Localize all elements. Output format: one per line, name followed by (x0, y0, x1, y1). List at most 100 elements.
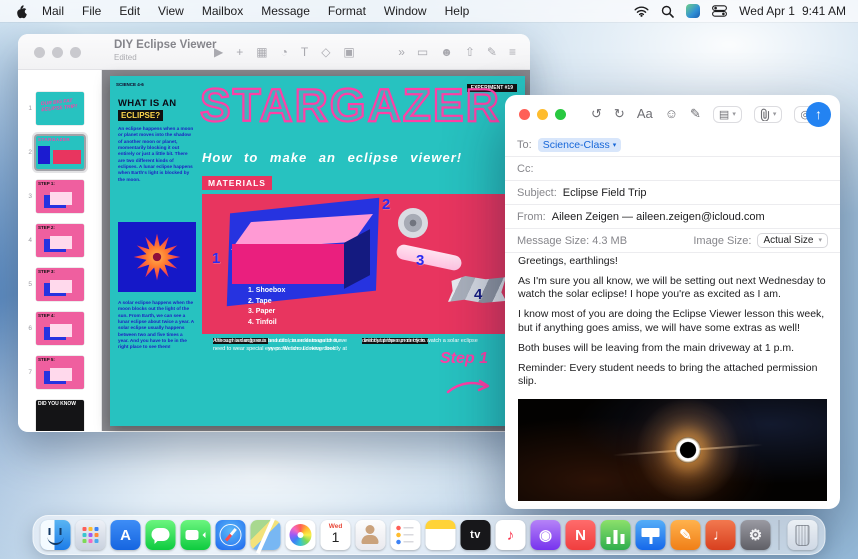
dock-icon-art (152, 528, 170, 541)
menu-clock[interactable]: Wed Apr 1 9:41 AM (739, 4, 846, 18)
slide-thumbnail[interactable]: 3 STEP 1: (22, 180, 101, 213)
search-icon[interactable] (661, 5, 674, 18)
dock-icon-music[interactable]: ♪ (496, 520, 526, 550)
menu-item[interactable]: Mailbox (193, 0, 252, 22)
view-options-icon[interactable]: ≡ (509, 43, 516, 61)
menu-item[interactable]: Format (319, 0, 375, 22)
dock-icon-messages[interactable] (146, 520, 176, 550)
photo-browser-button[interactable]: ▤ ▾ (713, 106, 742, 123)
cc-field-row[interactable]: Cc: (505, 157, 840, 181)
dock-icon-news[interactable]: N (566, 520, 596, 550)
media-icon[interactable]: ▣ (343, 43, 354, 61)
image-size-dropdown[interactable]: Actual Size ▾ (757, 233, 828, 248)
text-icon[interactable]: T (301, 43, 308, 61)
slide-thumb-box[interactable]: STARGAZER (36, 136, 84, 169)
add-slide-icon[interactable]: + (236, 43, 243, 61)
dock-icon-maps[interactable] (251, 520, 281, 550)
menu-item[interactable]: Message (252, 0, 319, 22)
play-icon[interactable]: ▶ (214, 43, 223, 61)
dock-icon-finder[interactable] (41, 520, 71, 550)
undo-icon[interactable]: ↺ (591, 104, 602, 124)
table-icon[interactable]: ▦ (256, 43, 267, 61)
slide-thumb-box[interactable]: STEP 4: (36, 312, 84, 345)
menu-item[interactable]: Edit (110, 0, 149, 22)
from-value[interactable]: Aileen Zeigen — aileen.zeigen@icloud.com (552, 211, 765, 223)
slide-thumbnail[interactable]: 5 STEP 3: (22, 268, 101, 301)
slide-thumbnail[interactable]: 6 STEP 4: (22, 312, 101, 345)
subject-field-row[interactable]: Subject: Eclipse Field Trip (505, 181, 840, 205)
zoom-button[interactable] (555, 109, 566, 120)
slide-thumbnail[interactable]: 1 OUR BIG FAT ECLIPSE TRIP! (22, 92, 101, 125)
apple-logo-icon[interactable] (14, 4, 27, 19)
pages-titlebar[interactable]: DIY Eclipse Viewer Edited ▶+▦◔T◇▣ »▭☻⇧✎≡ (18, 34, 530, 70)
menu-item[interactable]: View (149, 0, 193, 22)
window-controls[interactable] (34, 47, 81, 58)
dock-icon-contacts[interactable] (356, 520, 386, 550)
dock-icon-tv[interactable]: tv (461, 520, 491, 550)
more-icon[interactable]: » (398, 43, 405, 61)
send-button[interactable]: ↑ (806, 102, 831, 127)
slide-thumb-box[interactable]: STEP 5: (36, 356, 84, 389)
window-controls[interactable] (519, 109, 566, 120)
menu-item[interactable]: Help (436, 0, 479, 22)
comment-icon[interactable]: ▭ (417, 43, 428, 61)
close-button[interactable] (519, 109, 530, 120)
slide-thumbnail[interactable]: 4 STEP 2: (22, 224, 101, 257)
close-button[interactable] (34, 47, 45, 58)
dock-icon-trash[interactable] (788, 520, 818, 550)
subject-value[interactable]: Eclipse Field Trip (563, 187, 647, 199)
emoji-icon[interactable]: ☺ (665, 104, 678, 124)
eclipse-attachment-image[interactable] (518, 399, 827, 501)
minimize-button[interactable] (52, 47, 63, 58)
dock-icon-pages[interactable]: ✎ (671, 520, 701, 550)
menu-item[interactable]: Window (375, 0, 436, 22)
slide-thumbnail[interactable]: 2 STARGAZER (22, 136, 101, 169)
dock-icon-facetime[interactable] (181, 520, 211, 550)
dock-icon-app-store[interactable]: A (111, 520, 141, 550)
menu-item[interactable]: Mail (33, 0, 73, 22)
wifi-icon[interactable] (634, 6, 649, 17)
user-avatar[interactable] (686, 4, 700, 18)
shape-icon[interactable]: ◇ (321, 43, 330, 61)
menu-item[interactable]: File (73, 0, 110, 22)
minimize-button[interactable] (537, 109, 548, 120)
to-field-row[interactable]: To: Science-Class ▾ (505, 133, 840, 157)
format-icon[interactable]: ✎ (487, 43, 497, 61)
markup-icon[interactable]: ✎ (690, 104, 701, 124)
collaborate-icon[interactable]: ☻ (440, 43, 453, 61)
body-paragraph: Both buses will be leaving from the main… (518, 342, 827, 355)
slide-thumb-box[interactable]: STEP 2: (36, 224, 84, 257)
dock-icon-photos[interactable] (286, 520, 316, 550)
slide-thumbnail[interactable]: DID YOU KNOW (22, 400, 101, 431)
dock-icon-calendar[interactable] (321, 520, 351, 550)
mail-compose-window[interactable]: ↺↻Aa☺✎ ▤ ▾ ▾ ◎ ▾ ↑ To: Science-Class ▾ C… (505, 95, 840, 509)
zoom-button[interactable] (70, 47, 81, 58)
slide-thumbnail[interactable]: 7 STEP 5: (22, 356, 101, 389)
dock-icon-safari[interactable] (216, 520, 246, 550)
slide-thumb-box[interactable]: STEP 3: (36, 268, 84, 301)
slide-thumb-box[interactable]: STEP 1: (36, 180, 84, 213)
mail-titlebar[interactable]: ↺↻Aa☺✎ ▤ ▾ ▾ ◎ ▾ ↑ (505, 95, 840, 133)
dock-icon-reminders[interactable] (391, 520, 421, 550)
pages-window[interactable]: DIY Eclipse Viewer Edited ▶+▦◔T◇▣ »▭☻⇧✎≡… (18, 34, 530, 432)
message-body-editor[interactable]: Greetings, earthlings!As I'm sure you al… (518, 255, 827, 395)
dock-icon-numbers[interactable] (601, 520, 631, 550)
slide-canvas[interactable]: SCIENCE 4-6 EXPERIMENT #19 WHAT IS AN EC… (102, 70, 530, 431)
recipient-token[interactable]: Science-Class ▾ (538, 138, 622, 152)
slide-thumb-box[interactable]: OUR BIG FAT ECLIPSE TRIP! (36, 92, 84, 125)
dock-icon-settings[interactable]: ⚙ (741, 520, 771, 550)
slide-thumb-box[interactable]: DID YOU KNOW (36, 400, 84, 431)
dock-icon-garageband[interactable]: ♩ (706, 520, 736, 550)
format-text-icon[interactable]: Aa (637, 104, 653, 124)
share-icon[interactable]: ⇧ (465, 43, 475, 61)
chart-icon[interactable]: ◔ (281, 43, 288, 61)
attach-button[interactable]: ▾ (754, 106, 783, 123)
from-field-row[interactable]: From: Aileen Zeigen — aileen.zeigen@iclo… (505, 205, 840, 229)
slide-thumbnail-sidebar[interactable]: 1 OUR BIG FAT ECLIPSE TRIP! 2 STARGAZER … (18, 70, 102, 431)
dock-icon-keynote[interactable] (636, 520, 666, 550)
dock-icon-podcasts[interactable]: ◉ (531, 520, 561, 550)
dock-icon-notes[interactable] (426, 520, 456, 550)
dock-icon-launchpad[interactable] (76, 520, 106, 550)
redo-icon[interactable]: ↻ (614, 104, 625, 124)
control-center-icon[interactable] (712, 5, 727, 17)
